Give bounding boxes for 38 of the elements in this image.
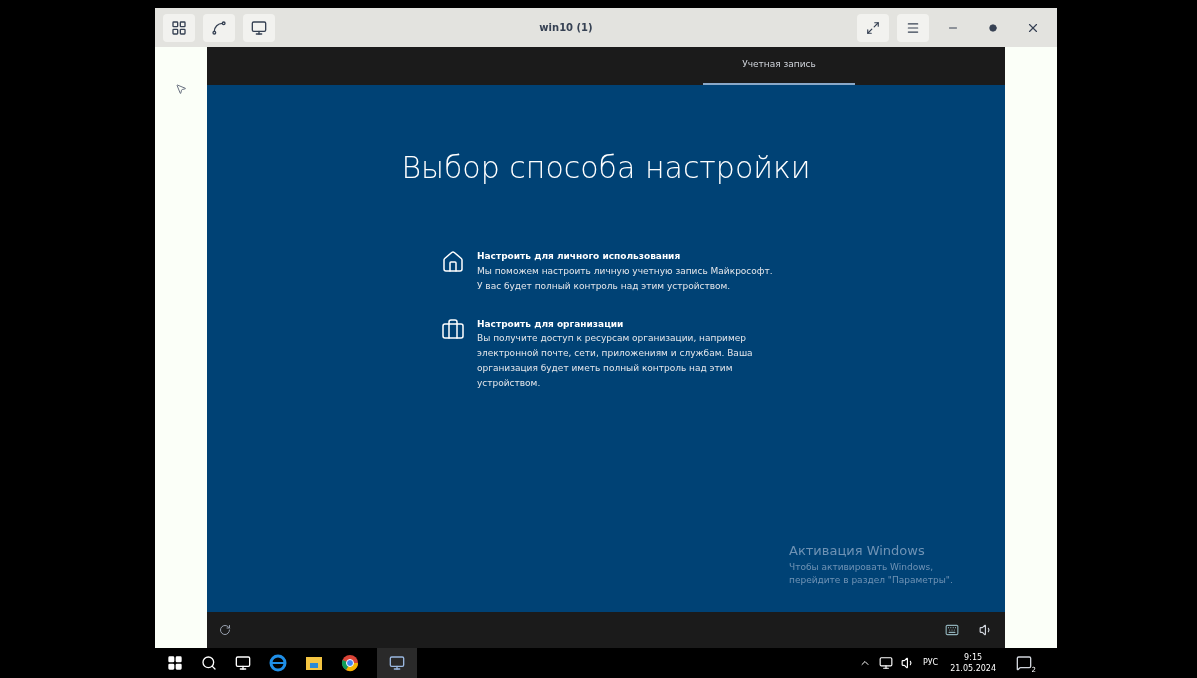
- keyboard-icon[interactable]: [945, 623, 959, 637]
- language-indicator[interactable]: РУС: [922, 657, 939, 669]
- panel-button[interactable]: [163, 13, 195, 42]
- briefcase-icon: [441, 317, 465, 342]
- activation-text: Чтобы активировать Windows,: [789, 560, 935, 574]
- page-heading: Выбор способа настройки: [401, 149, 811, 187]
- option-description: Мы поможем настроить личную учетную запись Майкрософт. У вас будет полный контроль над этим устройством.: [477, 264, 774, 293]
- taskbar-app-button[interactable]: [377, 648, 417, 678]
- setup-option[interactable]: Настроить для организации Вы получите доступ к ресурсам организации, например электронной почте, сети, приложениям и службам. Ваша организация будет иметь полный контроль над этим устройством.: [441, 317, 791, 391]
- windows-start-icon[interactable]: [167, 655, 183, 671]
- fullscreen-icon: [866, 20, 880, 35]
- notifications-icon[interactable]: [1016, 655, 1032, 671]
- house-icon: [441, 250, 465, 274]
- monitor-icon: [251, 19, 267, 36]
- pointer-icon: [175, 83, 187, 95]
- menu-icon: [906, 20, 920, 35]
- activation-title: Активация Windows: [789, 542, 926, 560]
- clock-time[interactable]: 9:15: [964, 652, 983, 663]
- connection-button[interactable]: [203, 13, 235, 42]
- folder-icon[interactable]: [305, 655, 323, 671]
- option-description: Вы получите доступ к ресурсам организации, например электронной почте, сети, приложениям и службам. Ваша организация будет иметь полный контроль над этим устройством.: [477, 332, 754, 390]
- dot-icon: [989, 23, 997, 32]
- setup-option[interactable]: Настроить для личного использования Мы поможем настроить личную учетную запись Майкрософт. У вас будет полный контроль над этим устройством.: [441, 250, 791, 294]
- grid-icon: [171, 19, 187, 36]
- clock-date[interactable]: 21.05.2024: [950, 663, 996, 674]
- display-button[interactable]: [243, 13, 275, 42]
- menu-button[interactable]: [897, 13, 929, 42]
- header-tab[interactable]: Учетная запись: [703, 47, 855, 85]
- chrome-icon[interactable]: [341, 654, 359, 672]
- option-title: Настроить для личного использования: [477, 250, 682, 263]
- fullscreen-button[interactable]: [857, 13, 889, 42]
- window-title: win10 (1): [538, 21, 594, 35]
- monitor-icon: [389, 655, 405, 671]
- option-title: Настроить для организации: [477, 317, 625, 331]
- activation-text: перейдите в раздел "Параметры".: [789, 574, 953, 587]
- search-icon[interactable]: [201, 655, 217, 671]
- curve-icon: [211, 19, 227, 36]
- browser-e-icon[interactable]: [269, 654, 287, 672]
